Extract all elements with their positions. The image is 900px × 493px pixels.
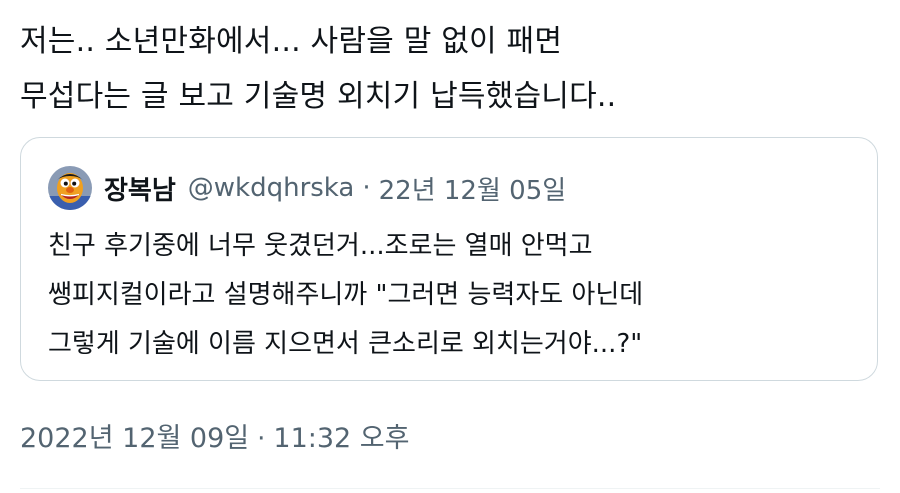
quoted-tweet-text: 친구 후기중에 너무 웃겼던거...조로는 열매 안먹고 쌩피지컬이라고 설명해… bbox=[48, 222, 868, 369]
dot-separator: · bbox=[362, 173, 371, 203]
quoted-text-line-3: 그렇게 기술에 이름 지으면서 큰소리로 외치는거야...?" bbox=[48, 329, 643, 359]
tweet-date[interactable]: 2022년 12월 09일 bbox=[20, 423, 249, 454]
quoted-tweet-header: 장복남 @wkdqhrska · 22년 12월 05일 bbox=[48, 165, 566, 211]
quoted-author-handle[interactable]: @wkdqhrska bbox=[188, 173, 355, 203]
tweet-text-line-2: 무섭다는 글 보고 기술명 외치기 납득했습니다.. bbox=[20, 79, 617, 114]
quoted-author-name[interactable]: 장복남 bbox=[104, 170, 176, 207]
tweet-timestamp[interactable]: 2022년 12월 09일 · 11:32 오후 bbox=[20, 416, 409, 455]
quoted-tweet-card[interactable]: 장복남 @wkdqhrska · 22년 12월 05일 친구 후기중에 너무 … bbox=[20, 137, 878, 381]
quoted-tweet-date[interactable]: 22년 12월 05일 bbox=[379, 170, 567, 207]
quoted-text-line-2: 쌩피지컬이라고 설명해주니까 "그러면 능력자도 아닌데 bbox=[48, 280, 644, 310]
divider bbox=[20, 488, 880, 489]
avatar[interactable] bbox=[48, 166, 92, 210]
dot-separator: · bbox=[257, 424, 266, 454]
tweet-text: 저는.. 소년만화에서... 사람을 말 없이 패면 무섭다는 글 보고 기술명… bbox=[20, 14, 880, 124]
quoted-text-line-1: 친구 후기중에 너무 웃겼던거...조로는 열매 안먹고 bbox=[48, 231, 593, 261]
tweet-time[interactable]: 11:32 오후 bbox=[273, 423, 409, 454]
tweet-text-line-1: 저는.. 소년만화에서... 사람을 말 없이 패면 bbox=[20, 24, 563, 59]
character-avatar-icon bbox=[48, 166, 92, 210]
